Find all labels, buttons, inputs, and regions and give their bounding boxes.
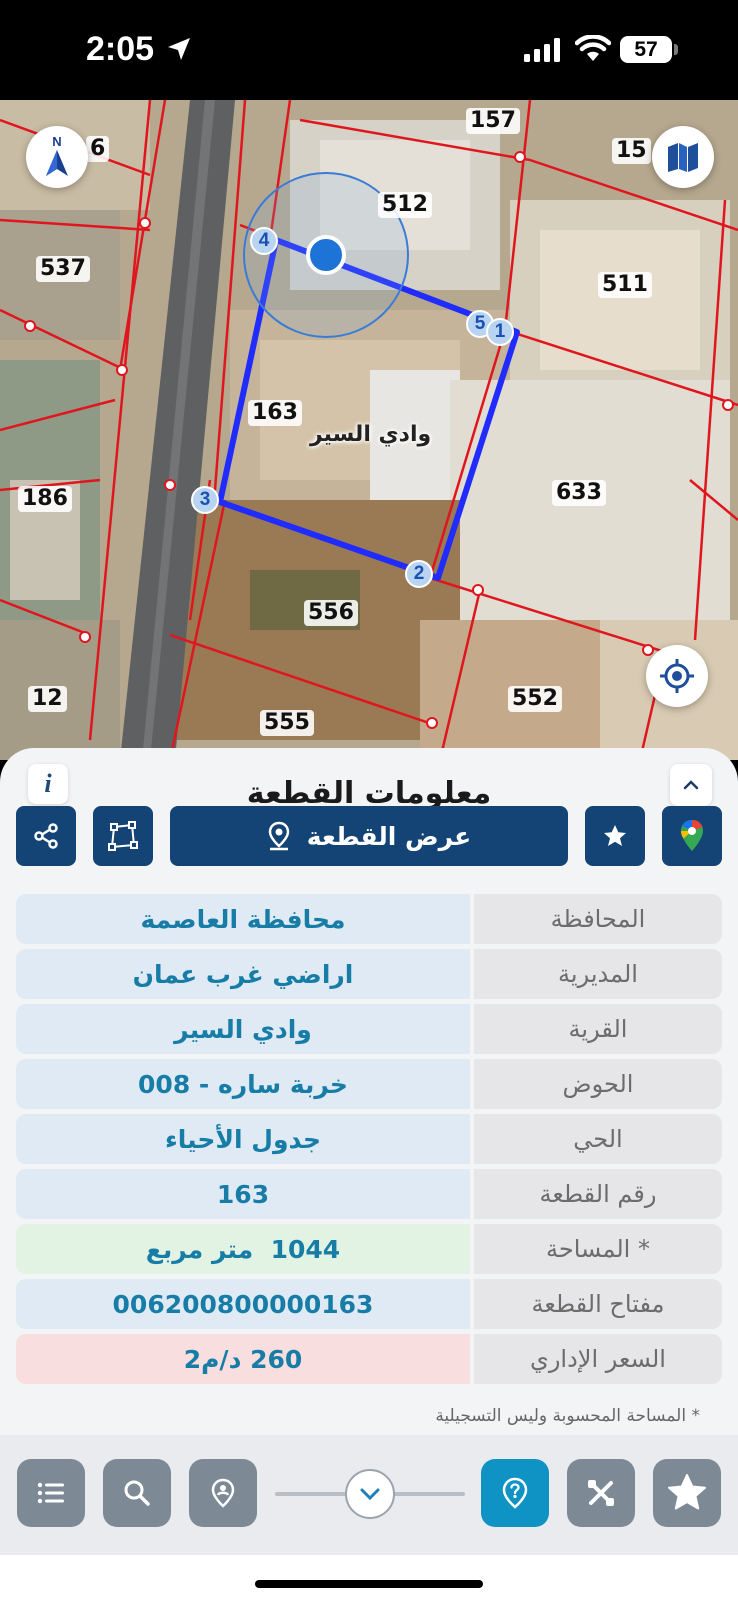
svg-text:N: N xyxy=(52,134,61,149)
crosshair-icon xyxy=(660,659,694,693)
location-pin-icon xyxy=(268,821,289,851)
detail-value: 163 xyxy=(16,1169,470,1219)
parcel-label: 552 xyxy=(508,686,562,712)
detail-row: 163 رقم القطعة xyxy=(16,1169,722,1219)
parcel-label: 633 xyxy=(552,480,606,506)
detail-value: اراضي غرب عمان xyxy=(16,949,470,999)
detail-key: المديرية xyxy=(474,949,722,999)
home-area xyxy=(0,1555,738,1600)
detail-value: 260 د/م2 xyxy=(16,1334,470,1384)
google-maps-button[interactable] xyxy=(662,806,722,866)
star-icon xyxy=(604,825,626,846)
map-layers-button[interactable] xyxy=(652,126,714,188)
detail-key: مفتاح القطعة xyxy=(474,1279,722,1329)
detail-value: 1044 متر مربع xyxy=(16,1224,470,1274)
detail-value: وادي السير xyxy=(16,1004,470,1054)
compass-icon: N xyxy=(46,134,68,176)
detail-value: خربة ساره - 008 xyxy=(16,1059,470,1109)
parcel-label: 157 xyxy=(466,108,520,134)
google-maps-icon xyxy=(681,820,703,851)
detail-row: 006200800000163 مفتاح القطعة xyxy=(16,1279,722,1329)
detail-key: القرية xyxy=(474,1004,722,1054)
detail-row: 1044 متر مربع المساحة * xyxy=(16,1224,722,1274)
parcel-label: 512 xyxy=(378,192,432,218)
detail-key: الحوض xyxy=(474,1059,722,1109)
parcel-label: 186 xyxy=(18,486,72,512)
favorite-button[interactable] xyxy=(585,806,645,866)
parcel-label: 15 xyxy=(612,138,651,164)
status-time: 2:05 xyxy=(86,30,155,68)
show-parcel-button[interactable]: عرض القطعة xyxy=(170,806,568,866)
detail-value: 006200800000163 xyxy=(16,1279,470,1329)
village-map-label: وادي السير xyxy=(310,422,432,447)
detail-key: رقم القطعة xyxy=(474,1169,722,1219)
parcel-shape-button[interactable] xyxy=(93,806,153,866)
detail-row: 260 د/م2 السعر الإداري xyxy=(16,1334,722,1384)
tools-button[interactable] xyxy=(567,1459,635,1527)
wifi-icon xyxy=(575,35,611,61)
detail-row: جدول الأحياء الحي xyxy=(16,1114,722,1164)
detail-row: خربة ساره - 008 الحوض xyxy=(16,1059,722,1109)
show-parcel-label: عرض القطعة xyxy=(306,821,472,851)
parcel-label: 556 xyxy=(304,600,358,626)
home-indicator[interactable] xyxy=(255,1580,483,1588)
parcel-label: 6 xyxy=(86,136,110,162)
map-view[interactable]: 6 157 15 512 537 511 163 186 633 556 12 … xyxy=(0,100,738,760)
detail-key: السعر الإداري xyxy=(474,1334,722,1384)
detail-value: جدول الأحياء xyxy=(16,1114,470,1164)
parcel-label: 537 xyxy=(36,256,90,282)
location-arrow-icon xyxy=(168,38,190,60)
bottom-toolbar xyxy=(0,1435,738,1555)
collapse-button[interactable] xyxy=(670,764,712,806)
parcel-label: 12 xyxy=(28,686,67,712)
tools-icon xyxy=(588,1480,614,1506)
app-screen: 2:05 57 6 157 15 512 537 511 163 186 633… xyxy=(0,0,738,1600)
share-button[interactable] xyxy=(16,806,76,866)
question-pin-icon xyxy=(502,1477,528,1509)
search-button[interactable] xyxy=(103,1459,171,1527)
area-footnote: * المساحة المحسوبة وليس التسجيلية xyxy=(435,1406,700,1426)
cellular-signal-icon xyxy=(524,38,560,62)
detail-row: محافظة العاصمة المحافظة xyxy=(16,894,722,944)
parcel-label: 163 xyxy=(248,400,302,426)
favorites-button[interactable] xyxy=(653,1459,721,1527)
map-icon xyxy=(668,143,698,172)
detail-row: اراضي غرب عمان المديرية xyxy=(16,949,722,999)
help-location-button[interactable] xyxy=(481,1459,549,1527)
detail-row: وادي السير القرية xyxy=(16,1004,722,1054)
list-button[interactable] xyxy=(17,1459,85,1527)
compass-button[interactable]: N xyxy=(26,126,88,188)
detail-key: الحي xyxy=(474,1114,722,1164)
place-marker-button[interactable] xyxy=(189,1459,257,1527)
detail-key: المحافظة xyxy=(474,894,722,944)
share-icon xyxy=(34,823,58,849)
search-icon xyxy=(124,1480,150,1506)
battery-cap xyxy=(674,44,678,55)
parcel-vertex[interactable]: 1 xyxy=(486,318,514,346)
parcel-vertex[interactable]: 2 xyxy=(405,560,433,588)
parcel-label: 555 xyxy=(260,710,314,736)
detail-key: المساحة * xyxy=(474,1224,722,1274)
parcel-label: 511 xyxy=(598,272,652,298)
parcel-details-table: محافظة العاصمة المحافظة اراضي غرب عمان ا… xyxy=(16,894,722,1389)
parcel-vertex[interactable]: 3 xyxy=(191,486,219,514)
chevron-down-icon xyxy=(360,1488,380,1501)
parcel-vertex[interactable]: 4 xyxy=(250,227,278,255)
detail-value: محافظة العاصمة xyxy=(16,894,470,944)
chevron-up-icon xyxy=(683,780,699,790)
my-location-button[interactable] xyxy=(646,645,708,707)
slider-knob[interactable] xyxy=(345,1469,395,1519)
polygon-icon xyxy=(108,821,138,851)
list-icon xyxy=(37,1482,64,1504)
user-pin-icon xyxy=(211,1478,235,1508)
battery-indicator: 57 xyxy=(620,36,672,63)
status-bar: 2:05 57 xyxy=(0,0,738,100)
star-icon xyxy=(668,1474,706,1510)
